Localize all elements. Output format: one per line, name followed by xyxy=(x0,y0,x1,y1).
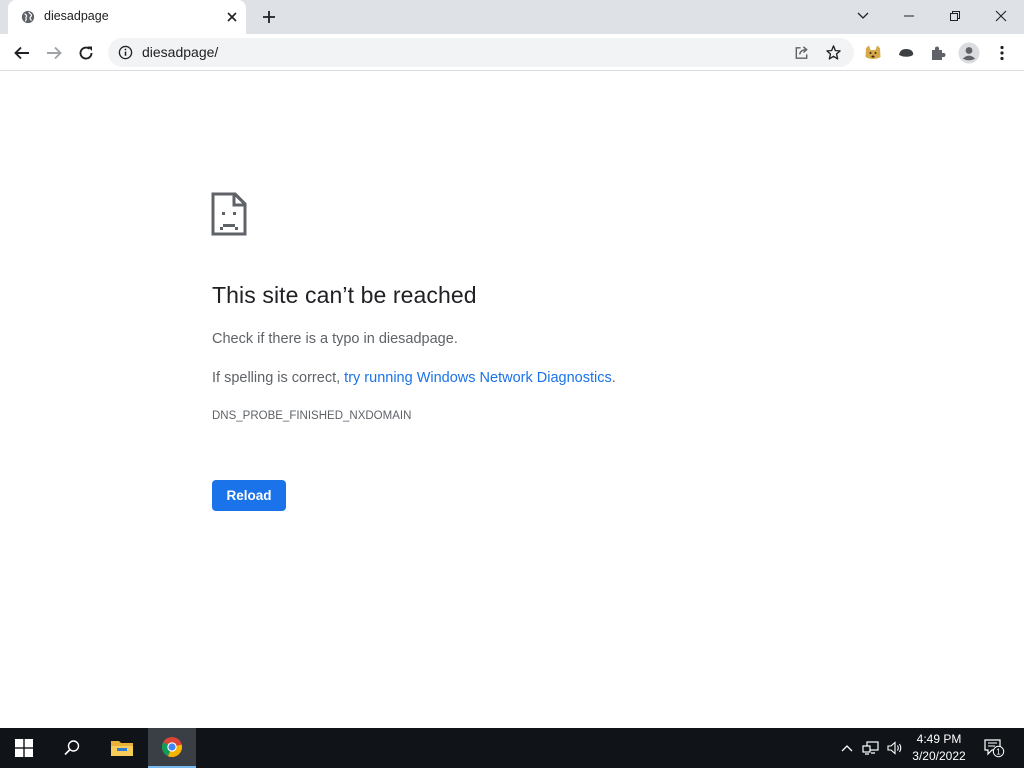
minimize-icon[interactable] xyxy=(886,0,932,32)
network-icon[interactable] xyxy=(861,738,881,758)
windows-start-icon[interactable] xyxy=(0,728,48,768)
chrome-taskbar-icon[interactable] xyxy=(148,728,196,768)
doge-extension-icon[interactable] xyxy=(860,40,886,66)
profile-avatar-icon[interactable] xyxy=(956,40,982,66)
typo-hint: Check if there is a typo in diesadpage. xyxy=(212,331,458,347)
clock-time: 4:49 PM xyxy=(916,732,962,746)
windows-taskbar: 4:49 PM 3/20/2022 1 xyxy=(0,728,1024,768)
tab-strip: diesadpage xyxy=(0,0,1024,34)
diagnostics-hint: If spelling is correct, try running Wind… xyxy=(212,370,616,386)
globe-icon xyxy=(21,10,35,24)
notification-center-icon[interactable]: 1 xyxy=(982,738,1006,758)
diagnostics-suffix: . xyxy=(611,370,616,386)
sad-page-icon xyxy=(211,192,247,236)
system-clock[interactable]: 4:49 PM 3/20/2022 xyxy=(906,731,972,765)
window-close-icon[interactable] xyxy=(978,0,1024,32)
extensions-puzzle-icon[interactable] xyxy=(925,40,951,66)
search-icon[interactable] xyxy=(48,728,96,768)
file-explorer-icon[interactable] xyxy=(98,728,146,768)
share-icon[interactable] xyxy=(793,44,810,61)
error-heading: This site can’t be reached xyxy=(212,282,477,308)
chevron-down-icon[interactable] xyxy=(840,0,886,32)
reload-icon[interactable] xyxy=(73,40,99,66)
clock-date: 3/20/2022 xyxy=(912,749,966,763)
notification-count: 1 xyxy=(996,748,1001,757)
error-code: DNS_PROBE_FINISHED_NXDOMAIN xyxy=(212,410,412,422)
close-icon[interactable] xyxy=(224,9,240,25)
chevron-up-icon[interactable] xyxy=(837,738,857,758)
plus-icon[interactable] xyxy=(261,9,277,25)
reload-button[interactable]: Reload xyxy=(212,480,286,511)
hat-extension-icon[interactable] xyxy=(893,40,919,66)
forward-icon[interactable] xyxy=(41,40,67,66)
address-bar[interactable]: diesadpage/ xyxy=(108,38,854,67)
error-page: This site can’t be reached Check if ther… xyxy=(0,71,1024,728)
diagnostics-prefix: If spelling is correct, xyxy=(212,370,345,386)
menu-kebab-icon[interactable] xyxy=(989,40,1015,66)
volume-icon[interactable] xyxy=(885,738,905,758)
url-text[interactable]: diesadpage/ xyxy=(142,44,218,60)
back-icon[interactable] xyxy=(9,40,35,66)
tab-title: diesadpage xyxy=(44,9,109,23)
tab-diesadpage[interactable]: diesadpage xyxy=(8,0,246,34)
bookmark-star-icon[interactable] xyxy=(825,44,842,61)
restore-icon[interactable] xyxy=(932,0,978,32)
browser-toolbar: diesadpage/ xyxy=(0,34,1024,71)
network-diagnostics-link[interactable]: try running Windows Network Diagnostics xyxy=(344,370,612,386)
info-icon[interactable] xyxy=(118,45,133,60)
